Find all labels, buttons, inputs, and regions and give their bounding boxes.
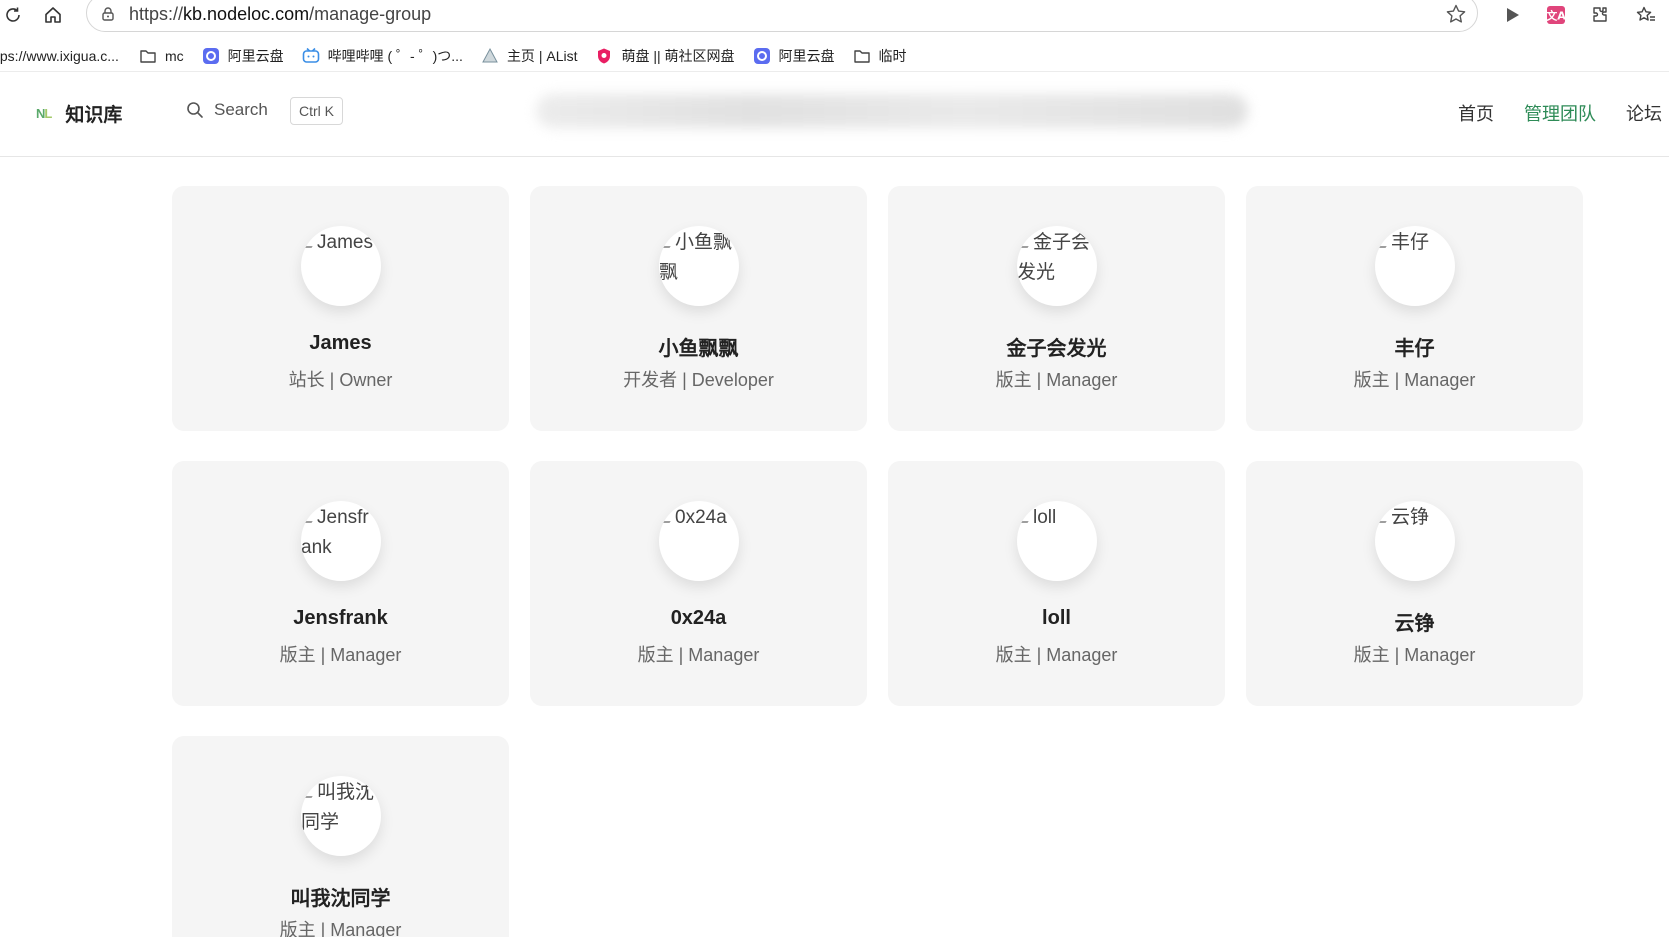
avatar: 金子会发光 xyxy=(1017,226,1097,306)
logo-mark-l: L xyxy=(44,106,52,121)
member-card[interactable]: 叫我沈同学 叫我沈同学 版主 | Manager xyxy=(172,736,509,937)
url-host: kb.nodeloc.com xyxy=(183,4,310,24)
avatar-alt-text: 云铮 xyxy=(1375,503,1453,533)
play-extension-icon[interactable] xyxy=(1500,3,1524,27)
bookmark-item[interactable]: 主页 | AList xyxy=(481,44,578,68)
member-role: 版主 | Manager xyxy=(995,645,1118,665)
member-card[interactable]: 金子会发光 金子会发光 版主 | Manager xyxy=(888,186,1225,431)
bookmark-label: mc xyxy=(164,47,184,64)
avatar: 0x24a xyxy=(659,501,739,581)
avatar: 叫我沈同学 xyxy=(301,776,381,856)
bookmark-label: 主页 | AList xyxy=(506,47,578,64)
search-label: Search xyxy=(214,100,268,119)
aliyun-icon xyxy=(202,47,220,65)
url-path: /manage-group xyxy=(309,4,432,24)
svg-text:文A: 文A xyxy=(1546,9,1566,23)
member-role: 站长 | Owner xyxy=(288,370,393,390)
address-bar[interactable]: https://kb.nodeloc.com/manage-group xyxy=(86,0,1478,32)
aliyun-icon xyxy=(753,47,771,65)
home-icon[interactable] xyxy=(40,2,66,28)
lock-icon[interactable] xyxy=(99,5,117,23)
avatar-alt-text: 金子会发光 xyxy=(1017,228,1095,288)
bookmark-label: 哔哩哔哩 ( ゜- ゜)つ... xyxy=(327,47,463,64)
member-card[interactable]: James James 站长 | Owner xyxy=(172,186,509,431)
member-name: 0x24a xyxy=(670,607,727,629)
logo-mark: NL xyxy=(36,106,52,121)
member-role: 版主 | Manager xyxy=(995,370,1118,390)
site-title: 知识库 xyxy=(65,105,123,126)
extensions-puzzle-icon[interactable] xyxy=(1588,3,1612,27)
member-name: 金子会发光 xyxy=(1006,338,1107,360)
bookmark-label: 阿里云盘 xyxy=(778,47,835,64)
search-shortcut-badge: Ctrl K xyxy=(290,97,343,125)
member-role: 开发者 | Developer xyxy=(623,370,774,390)
main-nav: 首页 管理团队 论坛 xyxy=(1458,100,1669,126)
nav-link-forum[interactable]: 论坛 xyxy=(1626,100,1662,126)
member-name: 叫我沈同学 xyxy=(290,888,391,910)
alist-icon xyxy=(481,47,499,65)
member-card[interactable]: 丰仔 丰仔 版主 | Manager xyxy=(1246,186,1583,431)
search-button[interactable]: Search xyxy=(186,100,268,120)
nav-link-manage-team[interactable]: 管理团队 xyxy=(1524,100,1596,126)
member-name: 丰仔 xyxy=(1394,338,1435,360)
site-logo[interactable]: NL 知识库 xyxy=(36,100,122,127)
favorites-star-icon[interactable] xyxy=(1634,3,1658,27)
avatar-alt-text: 丰仔 xyxy=(1375,228,1453,258)
avatar-alt-text: 小鱼飘飘 xyxy=(659,228,737,288)
bookmark-star-icon[interactable] xyxy=(1445,3,1467,25)
reload-icon[interactable] xyxy=(0,2,26,28)
bookmark-item[interactable]: tps://www.ixigua.c... xyxy=(0,44,119,68)
member-card[interactable]: Jensfrank Jensfrank 版主 | Manager xyxy=(172,461,509,706)
avatar-alt-text: Jensfrank xyxy=(301,503,379,563)
folder-icon xyxy=(139,47,157,65)
avatar-alt-text: 0x24a xyxy=(659,503,737,533)
avatar-alt-text: 叫我沈同学 xyxy=(301,778,379,838)
bookmark-label: 萌盘 || 萌社区网盘 xyxy=(621,47,735,64)
avatar: Jensfrank xyxy=(301,501,381,581)
browser-toolbar: https://kb.nodeloc.com/manage-group 文A xyxy=(0,0,1669,32)
avatar: 丰仔 xyxy=(1375,226,1455,306)
member-name: 小鱼飘飘 xyxy=(658,338,739,360)
bookmark-item[interactable]: 临时 xyxy=(853,44,907,68)
member-card[interactable]: 云铮 云铮 版主 | Manager xyxy=(1246,461,1583,706)
bookmarks-bar: tps://www.ixigua.c... mc 阿里云盘 哔哩哔哩 ( ゜- … xyxy=(0,40,1669,72)
avatar: 小鱼飘飘 xyxy=(659,226,739,306)
member-card[interactable]: loll loll 版主 | Manager xyxy=(888,461,1225,706)
member-role: 版主 | Manager xyxy=(1353,370,1476,390)
bookmark-item[interactable]: 阿里云盘 xyxy=(202,44,284,68)
moe-icon xyxy=(595,47,613,65)
nav-link-home[interactable]: 首页 xyxy=(1458,100,1494,126)
bookmark-label: 阿里云盘 xyxy=(227,47,284,64)
avatar-alt-text: James xyxy=(301,228,379,258)
member-name: James xyxy=(309,332,372,354)
member-role: 版主 | Manager xyxy=(279,645,402,665)
avatar: 云铮 xyxy=(1375,501,1455,581)
avatar: James xyxy=(301,226,381,306)
member-role: 版主 | Manager xyxy=(637,645,760,665)
bookmark-label: 临时 xyxy=(878,47,907,64)
member-role: 版主 | Manager xyxy=(1353,645,1476,665)
member-name: 云铮 xyxy=(1394,613,1435,635)
member-card[interactable]: 0x24a 0x24a 版主 | Manager xyxy=(530,461,867,706)
member-name: Jensfrank xyxy=(293,607,388,629)
url-text[interactable]: https://kb.nodeloc.com/manage-group xyxy=(129,4,431,25)
folder-icon xyxy=(853,47,871,65)
bilibili-icon xyxy=(302,47,320,65)
avatar: loll xyxy=(1017,501,1097,581)
bookmark-item[interactable]: 萌盘 || 萌社区网盘 xyxy=(595,44,735,68)
blurred-announcement xyxy=(536,94,1248,128)
member-name: loll xyxy=(1042,607,1071,629)
bookmark-item[interactable]: mc xyxy=(139,44,184,68)
bookmark-item[interactable]: 阿里云盘 xyxy=(753,44,835,68)
avatar-alt-text: loll xyxy=(1017,503,1095,533)
member-role: 版主 | Manager xyxy=(279,920,402,937)
url-scheme: https:// xyxy=(129,4,184,24)
member-card[interactable]: 小鱼飘飘 小鱼飘飘 开发者 | Developer xyxy=(530,186,867,431)
bookmark-item[interactable]: 哔哩哔哩 ( ゜- ゜)つ... xyxy=(302,44,463,68)
translate-extension-icon[interactable]: 文A xyxy=(1544,3,1568,27)
bookmark-label: tps://www.ixigua.c... xyxy=(0,47,119,64)
site-header: NL 知识库 Search Ctrl K 首页 管理团队 论坛 xyxy=(0,74,1669,157)
search-icon xyxy=(187,102,203,118)
